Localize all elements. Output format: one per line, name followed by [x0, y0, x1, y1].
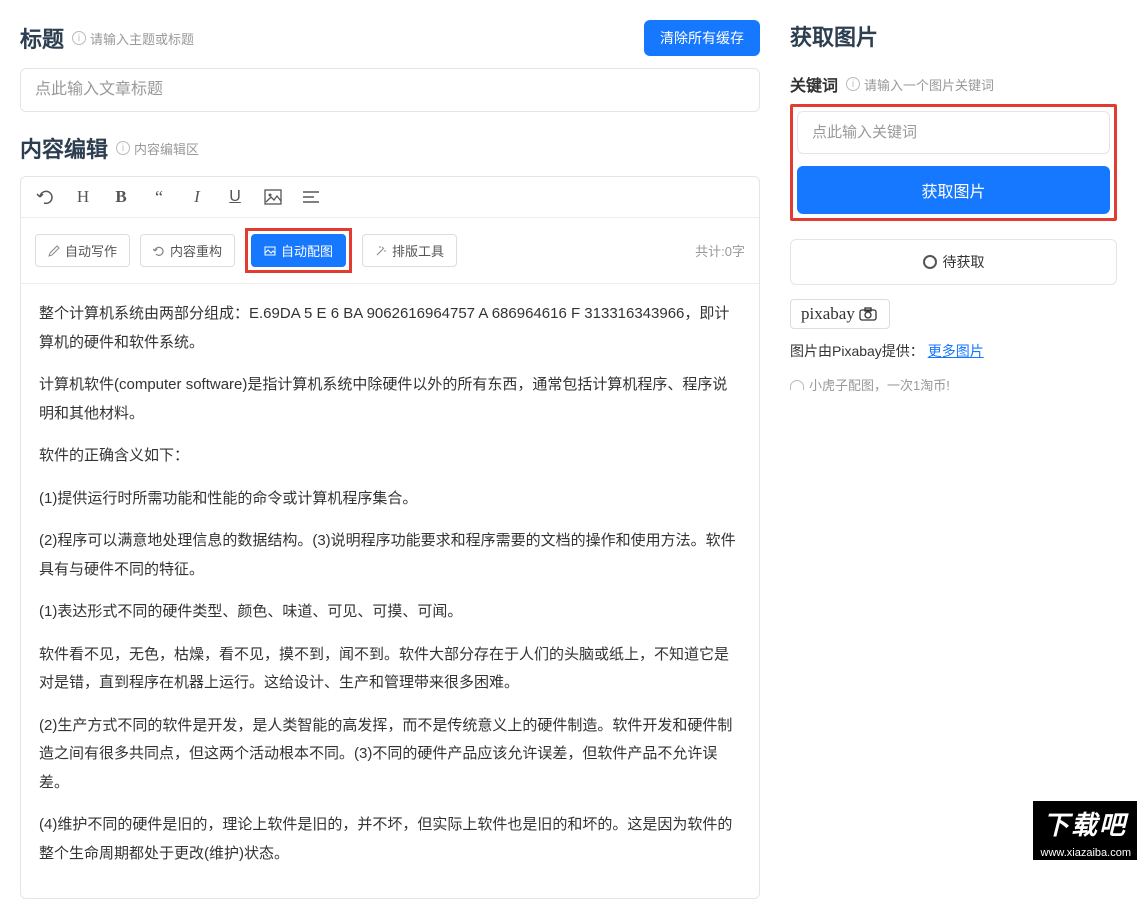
highlight-box: 自动配图 — [245, 228, 352, 273]
editor-section-header: 内容编辑 i 内容编辑区 — [20, 132, 760, 164]
italic-button[interactable]: I — [187, 187, 207, 207]
fetch-image-title: 获取图片 — [790, 20, 1117, 52]
fetch-image-title-text: 获取图片 — [790, 20, 878, 52]
undo-icon[interactable] — [35, 187, 55, 207]
heading-button[interactable]: H — [73, 187, 93, 207]
sidebar-panel: 获取图片 关键词 i 请输入一个图片关键词 获取图片 待获取 pixabay 图… — [780, 0, 1137, 860]
layout-tool-button[interactable]: 排版工具 — [362, 234, 457, 267]
watermark-url: www.xiazaiba.com — [1033, 846, 1137, 860]
keyword-hint-wrap: i 请输入一个图片关键词 — [846, 75, 994, 94]
clear-cache-button[interactable]: 清除所有缓存 — [644, 20, 760, 56]
auto-image-button[interactable]: 自动配图 — [251, 234, 346, 267]
action-button-group: 自动写作 内容重构 自动配图 排版工具 — [35, 228, 457, 273]
watermark-text: 下载吧 — [1033, 801, 1137, 846]
keyword-input[interactable] — [797, 111, 1110, 154]
fetch-image-button[interactable]: 获取图片 — [797, 166, 1110, 214]
editor-label-wrap: 内容编辑 i 内容编辑区 — [20, 132, 199, 164]
auto-write-button[interactable]: 自动写作 — [35, 234, 130, 267]
keyword-hint: 请输入一个图片关键词 — [864, 75, 994, 94]
restructure-button[interactable]: 内容重构 — [140, 234, 235, 267]
content-paragraph: (1)提供运行时所需功能和性能的命令或计算机程序集合。 — [39, 485, 741, 514]
keyword-header: 关键词 i 请输入一个图片关键词 — [790, 72, 1117, 96]
align-icon[interactable] — [301, 187, 321, 207]
dome-icon — [790, 380, 804, 390]
editor-label: 内容编辑 — [20, 132, 108, 164]
camera-icon — [859, 307, 879, 321]
underline-button[interactable]: U — [225, 187, 245, 207]
content-paragraph: 软件看不见，无色，枯燥，看不见，摸不到，闻不到。软件大部分存在于人们的头脑或纸上… — [39, 641, 741, 698]
info-icon: i — [846, 77, 860, 91]
pending-button[interactable]: 待获取 — [790, 239, 1117, 285]
content-paragraph: 软件的正确含义如下： — [39, 442, 741, 471]
highlight-box-sidebar: 获取图片 — [790, 104, 1117, 221]
info-icon: i — [116, 141, 130, 155]
main-panel: 标题 i 请输入主题或标题 清除所有缓存 内容编辑 i 内容编辑区 — [0, 0, 780, 860]
auto-write-label: 自动写作 — [65, 241, 117, 260]
title-hint-wrap: i 请输入主题或标题 — [72, 29, 194, 48]
credit-line: 图片由Pixabay提供： 更多图片 — [790, 341, 1117, 361]
quote-button[interactable]: “ — [149, 187, 169, 207]
content-paragraph: (1)表达形式不同的硬件类型、颜色、味道、可见、可摸、可闻。 — [39, 598, 741, 627]
pixabay-badge: pixabay — [790, 299, 890, 329]
picture-icon — [264, 245, 276, 257]
word-count: 共计:0字 — [695, 241, 745, 260]
footer-note: 小虎子配图，一次1淘币! — [790, 375, 1117, 394]
restructure-label: 内容重构 — [170, 241, 222, 260]
content-editor[interactable]: 整个计算机系统由两部分组成：E.69DA 5 E 6 BA 9062616964… — [21, 284, 759, 898]
bold-button[interactable]: B — [111, 187, 131, 207]
content-paragraph: 整个计算机系统由两部分组成：E.69DA 5 E 6 BA 9062616964… — [39, 300, 741, 357]
auto-image-label: 自动配图 — [281, 241, 333, 260]
info-icon: i — [72, 31, 86, 45]
article-title-input[interactable] — [20, 68, 760, 112]
image-icon[interactable] — [263, 187, 283, 207]
editor-hint-wrap: i 内容编辑区 — [116, 139, 199, 158]
wand-icon — [375, 245, 387, 257]
circle-icon — [923, 255, 937, 269]
pixabay-label: pixabay — [801, 304, 855, 324]
editor-hint: 内容编辑区 — [134, 139, 199, 158]
editor-box: H B “ I U 自动写作 — [20, 176, 760, 899]
title-label: 标题 — [20, 22, 64, 54]
format-toolbar: H B “ I U — [21, 177, 759, 218]
pending-label: 待获取 — [943, 252, 985, 272]
title-section-header: 标题 i 请输入主题或标题 清除所有缓存 — [20, 20, 760, 56]
title-label-wrap: 标题 i 请输入主题或标题 — [20, 22, 194, 54]
layout-tool-label: 排版工具 — [392, 241, 444, 260]
content-paragraph: (4)维护不同的硬件是旧的，理论上软件是旧的，并不坏，但实际上软件也是旧的和坏的… — [39, 811, 741, 868]
refresh-icon — [153, 245, 165, 257]
watermark: 下载吧 www.xiazaiba.com — [1033, 801, 1137, 860]
more-images-link[interactable]: 更多图片 — [928, 343, 984, 359]
keyword-label: 关键词 — [790, 72, 838, 96]
content-paragraph: 计算机软件(computer software)是指计算机系统中除硬件以外的所有… — [39, 371, 741, 428]
content-paragraph: (2)程序可以满意地处理信息的数据结构。(3)说明程序功能要求和程序需要的文档的… — [39, 527, 741, 584]
pencil-icon — [48, 245, 60, 257]
content-paragraph: (2)生产方式不同的软件是开发，是人类智能的高发挥，而不是传统意义上的硬件制造。… — [39, 712, 741, 798]
credit-prefix: 图片由Pixabay提供： — [790, 343, 924, 359]
action-toolbar: 自动写作 内容重构 自动配图 排版工具 — [21, 218, 759, 284]
title-hint: 请输入主题或标题 — [90, 29, 194, 48]
footer-note-text: 小虎子配图，一次1淘币! — [809, 375, 950, 394]
